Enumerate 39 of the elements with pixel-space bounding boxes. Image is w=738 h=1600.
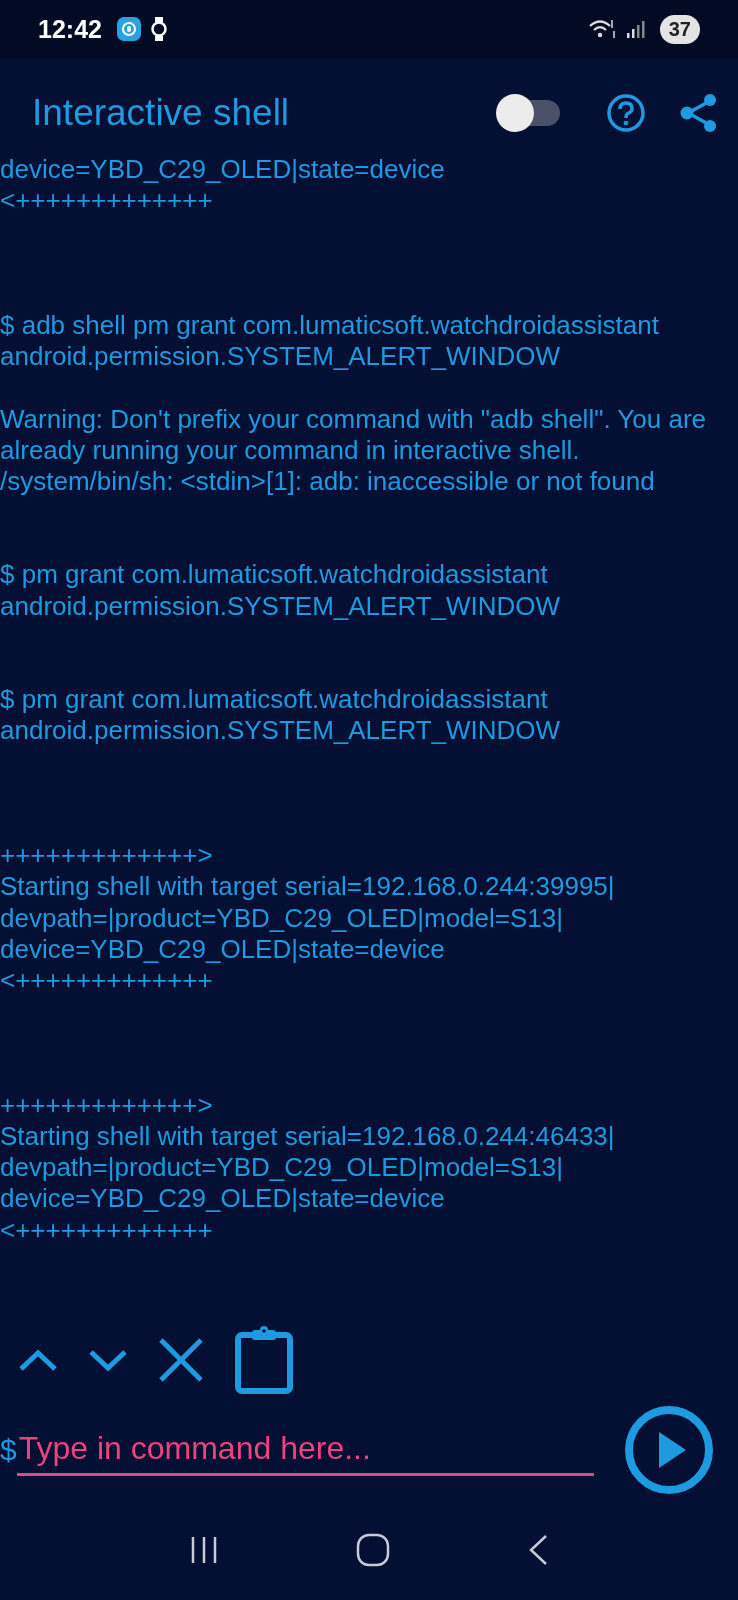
- wifi-icon: [587, 18, 618, 40]
- caret-up-icon[interactable]: [18, 1347, 58, 1373]
- console-line: device=YBD_C29_OLED|state=device: [0, 1183, 445, 1215]
- clipboard-icon[interactable]: [234, 1325, 294, 1395]
- console-line: +++++++++++++>: [0, 840, 213, 872]
- battery-indicator: 37: [659, 14, 700, 44]
- signal-icon: [625, 19, 646, 39]
- console-line: /system/bin/sh: <stdin>[1]: adb: inaccessible or not found: [0, 465, 655, 498]
- console-line: $ adb shell pm grant com.lumaticsoft.watchdroidassistant: [0, 309, 659, 342]
- watch-app-icon: [115, 16, 142, 42]
- prompt-symbol: $: [0, 1433, 17, 1467]
- console-line: android.permission.SYSTEM_ALERT_WINDOW: [0, 341, 561, 373]
- console-line: android.permission.SYSTEM_ALERT_WINDOW: [0, 590, 561, 622]
- caret-down-icon[interactable]: [88, 1347, 128, 1373]
- command-input[interactable]: Type in command here...: [16, 1424, 594, 1476]
- console-line: Starting shell with target serial=192.168.0.244:39995|: [0, 871, 615, 903]
- console-line: <+++++++++++++: [0, 1214, 213, 1246]
- console-line: already running your command in interactive shell.: [0, 434, 580, 466]
- console-line: device=YBD_C29_OLED|state=device: [0, 154, 445, 186]
- watch-icon: [149, 16, 168, 42]
- clock: 12:42: [38, 14, 102, 44]
- console-line: +++++++++++++>: [0, 1089, 213, 1121]
- home-icon[interactable]: [356, 1533, 390, 1567]
- toggle-switch[interactable]: [496, 94, 560, 132]
- console-line: <+++++++++++++: [0, 964, 213, 997]
- console-line: devpath=|product=YBD_C29_OLED|model=S13|: [0, 902, 563, 934]
- help-icon[interactable]: [606, 93, 646, 133]
- app-title: Interactive shell: [32, 92, 290, 134]
- console-line: android.permission.SYSTEM_ALERT_WINDOW: [0, 715, 561, 747]
- close-icon[interactable]: [158, 1337, 204, 1383]
- console-line: device=YBD_C29_OLED|state=device: [0, 933, 445, 965]
- console-line: $ pm grant com.lumaticsoft.watchdroidassistant: [0, 559, 548, 591]
- console-line: Warning: Don't prefix your command with "adb shell". You are: [0, 403, 707, 435]
- play-icon[interactable]: [624, 1405, 714, 1495]
- share-icon[interactable]: [680, 93, 718, 133]
- console-line: <+++++++++++++: [0, 185, 213, 217]
- console-line: devpath=|product=YBD_C29_OLED|model=S13|: [0, 1152, 563, 1184]
- console-line: Starting shell with target serial=192.168.0.244:46433|: [0, 1120, 615, 1153]
- console-line: $ pm grant com.lumaticsoft.watchdroidassistant: [0, 684, 548, 716]
